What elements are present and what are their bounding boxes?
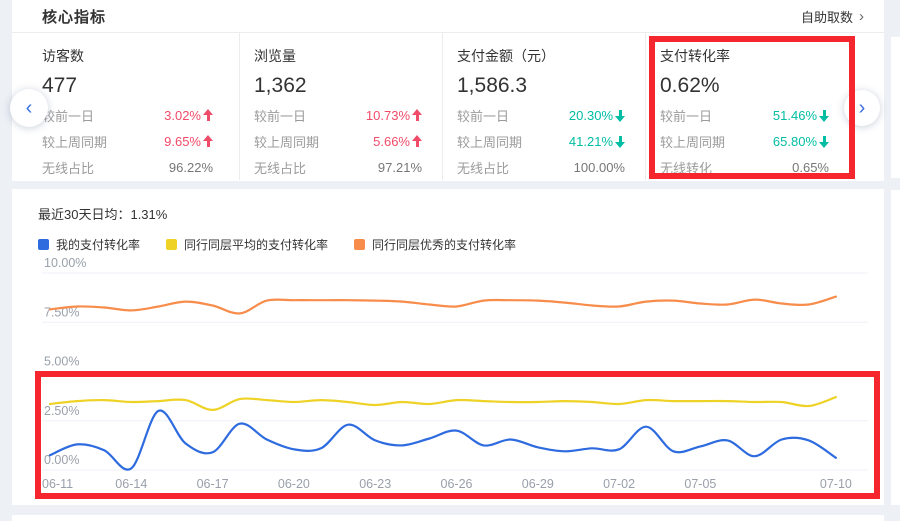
right-panel-peek xyxy=(891,190,900,505)
chevron-right-icon: › xyxy=(859,97,866,120)
metric-card-title: 访客数 xyxy=(42,46,213,66)
conversion-line-chart: 0.00%2.50%5.00%7.50%10.00%06-1106-1406-1… xyxy=(38,247,883,499)
x-axis-tick-label: 06-29 xyxy=(522,477,554,491)
change-row-value: 51.46% xyxy=(773,108,817,123)
change-row-label: 无线转化 xyxy=(660,158,712,177)
metric-card-value: 0.62% xyxy=(660,74,829,98)
series-line-1 xyxy=(50,397,836,410)
chart-header: 最近30天日均：1.31% 我的支付转化率同行同层平均的支付转化率同行同层优秀的… xyxy=(12,189,884,253)
chevron-left-icon: ‹ xyxy=(26,97,33,120)
x-axis-tick-label: 06-26 xyxy=(441,477,473,491)
change-row-value: 97.21% xyxy=(378,160,422,175)
carousel-prev-button[interactable]: ‹ xyxy=(10,89,48,127)
change-row-label: 较上周同期 xyxy=(42,132,107,151)
x-axis-tick-label: 06-11 xyxy=(42,477,73,491)
core-metrics-panel: 核心指标 自助取数 › 访客数 477 较前一日 3.02% 较上周同期 9.65% 无线占… xyxy=(12,0,884,181)
metric-change-row: 无线占比 100.00% xyxy=(457,158,625,177)
x-axis-tick-label: 06-14 xyxy=(115,477,147,491)
change-row-value: 5.66% xyxy=(373,134,410,149)
change-row-label: 无线占比 xyxy=(42,158,94,177)
change-row-value: 65.80% xyxy=(773,134,817,149)
carousel-next-button[interactable]: › xyxy=(844,90,880,126)
change-row-value: 41.21% xyxy=(569,134,613,149)
self-service-data-link[interactable]: 自助取数 › xyxy=(801,7,864,26)
change-row-value: 10.73% xyxy=(366,108,410,123)
metric-change-row: 较前一日 3.02% xyxy=(42,106,213,125)
conversion-chart-panel: 最近30天日均：1.31% 我的支付转化率同行同层平均的支付转化率同行同层优秀的… xyxy=(12,189,884,505)
change-row-label: 较上周同期 xyxy=(457,132,522,151)
change-row-label: 无线占比 xyxy=(254,158,306,177)
x-axis-tick-label: 07-02 xyxy=(603,477,635,491)
next-section-panel xyxy=(12,515,884,521)
metric-card-3[interactable]: 支付转化率 0.62% 较前一日 51.46% 较上周同期 65.80% 无线转化 0.65% xyxy=(646,33,849,180)
metric-change-row: 较上周同期 9.65% xyxy=(42,132,213,151)
self-service-data-label: 自助取数 xyxy=(801,7,853,26)
metric-card-1[interactable]: 浏览量 1,362 较前一日 10.73% 较上周同期 5.66% 无线占比 97.21% xyxy=(240,33,443,180)
metric-change-row: 较前一日 20.30% xyxy=(457,106,625,125)
change-row-label: 较前一日 xyxy=(254,106,306,125)
chevron-right-icon: › xyxy=(859,9,864,24)
y-axis-tick-label: 5.00% xyxy=(44,355,79,369)
trend-up-icon xyxy=(203,135,213,148)
panel-header: 核心指标 自助取数 › xyxy=(12,0,884,33)
metric-card-title: 浏览量 xyxy=(254,46,422,66)
trend-down-icon xyxy=(615,109,625,122)
x-axis-tick-label: 06-17 xyxy=(197,477,229,491)
trend-down-icon xyxy=(819,135,829,148)
metric-change-row: 较上周同期 41.21% xyxy=(457,132,625,151)
change-row-value: 0.65% xyxy=(792,160,829,175)
x-axis-tick-label: 07-05 xyxy=(684,477,716,491)
trend-down-icon xyxy=(615,135,625,148)
y-axis-tick-label: 2.50% xyxy=(44,404,79,418)
metric-change-row: 无线占比 96.22% xyxy=(42,158,213,177)
series-line-2 xyxy=(50,297,836,314)
line-chart-canvas[interactable]: 0.00%2.50%5.00%7.50%10.00%06-1106-1406-1… xyxy=(38,247,883,499)
metric-card-title: 支付转化率 xyxy=(660,46,829,66)
change-row-label: 较前一日 xyxy=(660,106,712,125)
metric-card-value: 1,586.3 xyxy=(457,74,625,98)
y-axis-tick-label: 10.00% xyxy=(44,256,86,270)
change-row-value: 96.22% xyxy=(169,160,213,175)
change-row-value: 100.00% xyxy=(574,160,625,175)
trend-up-icon xyxy=(203,109,213,122)
metric-change-row: 无线占比 97.21% xyxy=(254,158,422,177)
trend-down-icon xyxy=(819,109,829,122)
change-row-label: 无线占比 xyxy=(457,158,509,177)
metric-change-row: 较上周同期 5.66% xyxy=(254,132,422,151)
series-line-0 xyxy=(50,410,836,469)
metric-change-row: 较上周同期 65.80% xyxy=(660,132,829,151)
change-row-label: 较前一日 xyxy=(457,106,509,125)
metric-change-row: 较前一日 51.46% xyxy=(660,106,829,125)
metric-change-row: 较前一日 10.73% xyxy=(254,106,422,125)
carousel-next-card-peek xyxy=(891,37,900,178)
change-row-value: 3.02% xyxy=(164,108,201,123)
metric-card-title: 支付金额（元） xyxy=(457,46,625,66)
metric-card-2[interactable]: 支付金额（元） 1,586.3 较前一日 20.30% 较上周同期 41.21% 无线占比 1… xyxy=(443,33,646,180)
change-row-value: 9.65% xyxy=(164,134,201,149)
change-row-label: 较上周同期 xyxy=(660,132,725,151)
x-axis-tick-label: 06-20 xyxy=(278,477,310,491)
trend-up-icon xyxy=(412,135,422,148)
change-row-label: 较上周同期 xyxy=(254,132,319,151)
x-axis-tick-label: 06-23 xyxy=(359,477,391,491)
change-row-value: 20.30% xyxy=(569,108,613,123)
metric-card-value: 477 xyxy=(42,74,213,98)
metric-change-row: 无线转化 0.65% xyxy=(660,158,829,177)
page-title: 核心指标 xyxy=(42,6,106,27)
x-axis-tick-label: 07-10 xyxy=(820,477,852,491)
metric-cards-row: 访客数 477 较前一日 3.02% 较上周同期 9.65% 无线占比 96.22% 浏览量 1,… xyxy=(12,33,884,180)
thirty-day-average-label: 最近30天日均：1.31% xyxy=(38,204,884,223)
trend-up-icon xyxy=(412,109,422,122)
metric-card-value: 1,362 xyxy=(254,74,422,98)
change-row-label: 较前一日 xyxy=(42,106,94,125)
